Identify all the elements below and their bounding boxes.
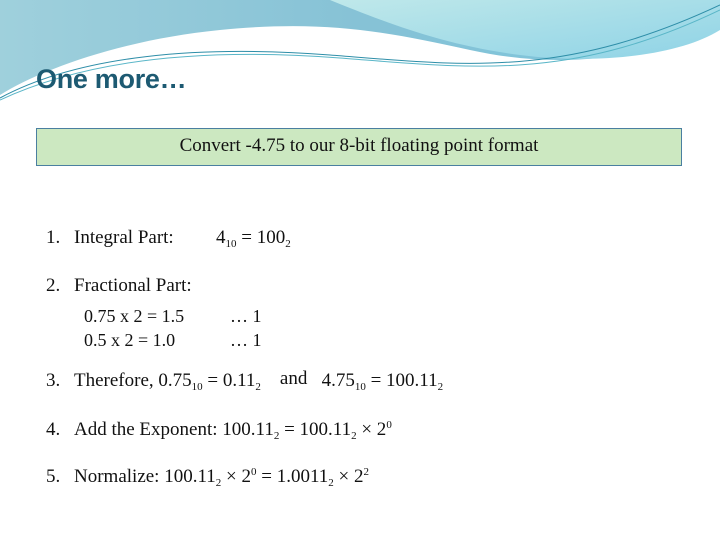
expr-term: and <box>279 368 308 389</box>
step-normalize: 5. Normalize: 100.112 × 20 = 1.00112 × 22 <box>46 466 369 489</box>
expr-term: = <box>236 227 257 248</box>
base-subscript: 2 <box>285 238 291 250</box>
step-fractional: 2. Fractional Part: <box>46 275 192 297</box>
step-label: Therefore, <box>74 370 154 391</box>
step-label: Add the Exponent: <box>74 419 218 440</box>
integral-expression: 410 = 1002 <box>216 227 291 250</box>
problem-banner: Convert -4.75 to our 8-bit floating poin… <box>36 128 682 166</box>
step-number: 5. <box>46 466 61 487</box>
expr-term: = 100.11 <box>365 370 438 391</box>
step-therefore: 3. Therefore, 0.7510 = 0.112 and 4.7510 =… <box>46 368 444 393</box>
expr-term: 0.75 <box>158 370 192 391</box>
expr-term: = 100.11 <box>279 419 352 440</box>
fraction-row-bit: … 1 <box>230 330 262 350</box>
expr-term: 4.75 <box>321 370 355 391</box>
expr-term: × 2 <box>356 419 387 440</box>
step-label: Normalize: <box>74 466 160 487</box>
step-number: 1. <box>46 227 61 248</box>
expr-term: × 2 <box>333 466 364 487</box>
base-subscript: 10 <box>354 381 366 393</box>
step-label: Fractional Part: <box>74 275 192 296</box>
slide-title: One more… <box>36 64 187 94</box>
base-subscript: 2 <box>255 381 261 393</box>
step-number: 2. <box>46 275 61 296</box>
expr-term: 100 <box>256 227 286 248</box>
fraction-row-bit: … 1 <box>230 306 262 326</box>
expr-term: × 2 <box>221 466 251 487</box>
expr-term: = 1.0011 <box>256 466 329 487</box>
expr-term: 100.11 <box>164 466 216 487</box>
base-subscript: 10 <box>191 381 203 393</box>
exponent-superscript: 2 <box>363 466 369 478</box>
step-exponent: 4. Add the Exponent: 100.112 = 100.112 × … <box>46 419 392 442</box>
expr-term: = 0.11 <box>202 370 256 391</box>
expr-term: 100.11 <box>222 419 274 440</box>
expr-term: 4 <box>216 227 226 248</box>
step-integral: 1. Integral Part: <box>46 227 174 249</box>
step-number: 4. <box>46 419 61 440</box>
base-subscript: 10 <box>225 238 237 250</box>
exponent-superscript: 0 <box>386 419 392 431</box>
base-subscript: 2 <box>437 381 444 393</box>
step-number: 3. <box>46 370 61 391</box>
step-label: Integral Part: <box>74 227 174 248</box>
fraction-row-calc: 0.75 x 2 = 1.5 <box>84 306 185 326</box>
fraction-row-calc: 0.5 x 2 = 1.0 <box>84 330 176 350</box>
